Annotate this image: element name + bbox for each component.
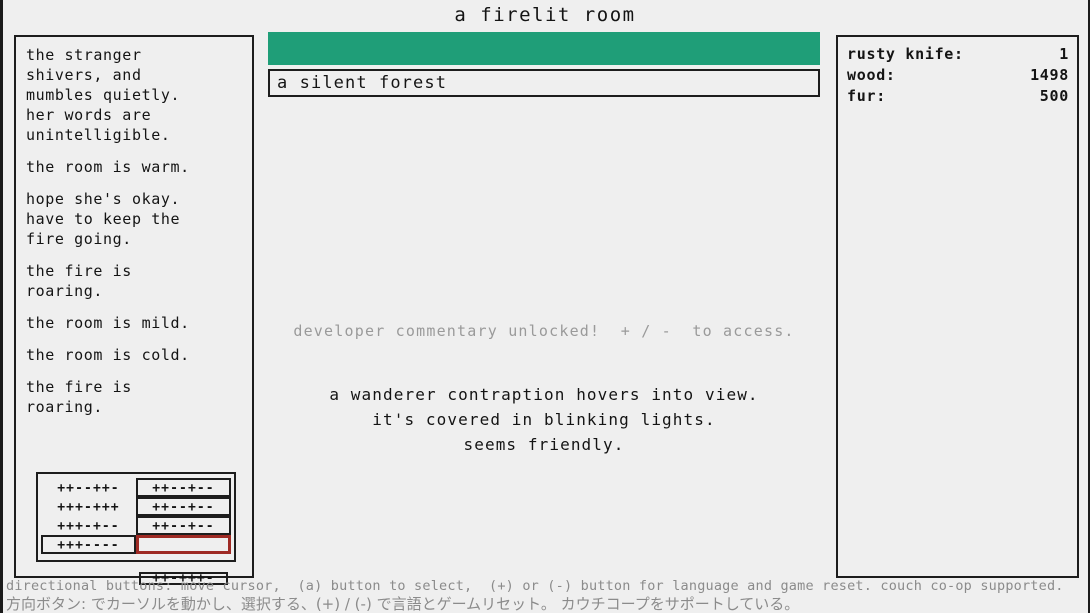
frame-edge-left [0, 0, 3, 613]
action-button-list: stoke fire a silent forest [268, 32, 820, 101]
store-name: fur: [847, 87, 886, 105]
keypad-cell-left[interactable]: +++---- [41, 535, 136, 554]
game-screen: a firelit room the stranger shivers, and… [0, 0, 1090, 613]
store-name: wood: [847, 66, 896, 84]
keypad-row: +++-+-- ++--+-- [41, 516, 231, 535]
story-line: seems friendly. [463, 435, 625, 454]
story-line: it's covered in blinking lights. [372, 410, 716, 429]
help-text-english: directional buttons: move cursor, (a) bu… [6, 578, 1064, 594]
log-entry: the room is mild. [26, 314, 190, 332]
button-a-silent-forest[interactable]: a silent forest [268, 69, 820, 97]
page-title: a firelit room [454, 4, 636, 26]
store-row: fur: 500 [847, 86, 1069, 107]
keypad-row: +++---- ++-+++- [41, 535, 231, 585]
store-row: wood: 1498 [847, 65, 1069, 86]
log-entry: the fire is roaring. [26, 262, 132, 300]
log-entry: the room is warm. [26, 158, 190, 176]
keypad-cell-right-selected[interactable]: ++-+++- [136, 535, 231, 585]
store-value: 1498 [1030, 66, 1069, 84]
developer-commentary-notice: developer commentary unlocked! + / - to … [293, 322, 795, 340]
store-value: 1 [1059, 45, 1069, 63]
log-entry: the stranger shivers, and mumbles quietl… [26, 46, 181, 144]
help-text-japanese: 方向ボタン: でカーソルを動かし、選択する、(+) / (-) で言語とゲームリ… [6, 595, 800, 613]
keypad-cell-left[interactable]: +++-+-- [41, 516, 136, 535]
keypad-cell-right[interactable]: ++--+-- [136, 497, 231, 516]
center-narrative: developer commentary unlocked! + / - to … [258, 320, 830, 457]
store-name: rusty knife: [847, 45, 964, 63]
log-entry: the room is cold. [26, 346, 190, 364]
log-entry: hope she's okay. have to keep the fire g… [26, 190, 181, 248]
button-stoke-fire[interactable]: stoke fire [268, 32, 820, 65]
help-bar: directional buttons: move cursor, (a) bu… [0, 578, 1090, 613]
keypad-cell-right[interactable]: ++--+-- [136, 516, 231, 535]
keypad-cell-left[interactable]: ++--++- [41, 478, 136, 497]
story-block: a wanderer contraption hovers into view.… [258, 382, 830, 457]
store-row: rusty knife: 1 [847, 44, 1069, 65]
store-value: 500 [1039, 87, 1069, 105]
keypad-row: +++-+++ ++--+-- [41, 497, 231, 516]
keypad-cell-left[interactable]: +++-+++ [41, 497, 136, 516]
log-entry: the fire is roaring. [26, 378, 132, 416]
stores-panel: rusty knife: 1 wood: 1498 fur: 500 [836, 35, 1079, 578]
story-line: a wanderer contraption hovers into view. [329, 385, 759, 404]
keypad-row: ++--++- ++--+-- [41, 478, 231, 497]
keypad-panel[interactable]: ++--++- ++--+-- +++-+++ ++--+-- +++-+-- … [36, 472, 236, 585]
keypad-cell-right[interactable]: ++--+-- [136, 478, 231, 497]
